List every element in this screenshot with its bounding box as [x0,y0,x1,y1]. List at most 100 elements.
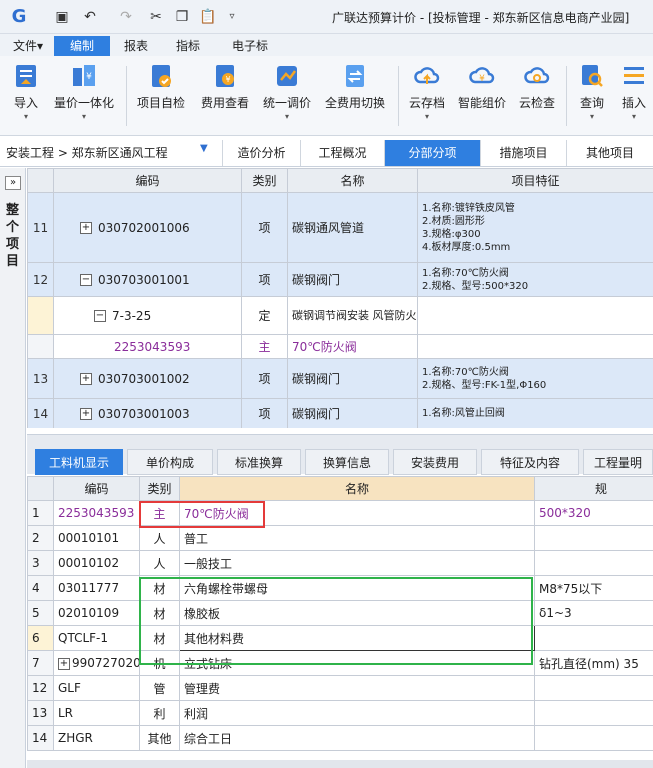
header-code[interactable]: 编码 [53,168,242,193]
item-name[interactable]: 碳钢阀门 [287,398,418,428]
expand-icon[interactable]: + [80,373,92,385]
material-name[interactable]: 利润 [179,700,535,726]
collapse-icon[interactable]: − [94,310,106,322]
material-category[interactable]: 利 [139,700,180,726]
undo-icon[interactable]: ↶ [80,7,100,27]
item-category[interactable]: 主 [241,334,288,359]
tab-sub-items[interactable]: 分部分项 [384,140,480,166]
cut-icon[interactable]: ✂ [146,7,166,27]
material-spec[interactable]: 500*320 [534,500,653,526]
material-category[interactable]: 其他 [139,725,180,751]
menu-e-bid[interactable]: 电子标 [222,36,278,56]
menu-report[interactable]: 报表 [116,36,156,56]
tab-labor-material[interactable]: 工料机显示 [35,449,123,475]
material-code[interactable]: 2253043593 [53,500,140,526]
table-row[interactable]: 14 +030703001003 项 碳钢阀门 1.名称:风管止回阀 [27,398,653,428]
horizontal-scrollbar[interactable] [27,760,653,768]
tab-conversion-info[interactable]: 换算信息 [305,449,389,475]
item-name[interactable]: 碳钢调节阀安装 风管防火阀周长≤2200mm [287,296,418,335]
save-icon[interactable]: ▣ [52,7,72,27]
material-name[interactable]: 综合工日 [179,725,535,751]
menu-file[interactable]: 文件▾ [6,36,50,56]
material-spec[interactable] [534,675,653,701]
cloud-save-button[interactable]: 云存档 ▾ [404,62,450,132]
header-category[interactable]: 类别 [241,168,288,193]
paste-icon[interactable]: 📋 [198,7,218,27]
table-row[interactable]: 2253043593 主 70℃防火阀 [27,334,653,359]
material-code[interactable]: 03011777 [53,575,140,601]
item-feature[interactable] [417,296,653,335]
header-category[interactable]: 类别 [139,476,180,501]
material-code[interactable]: ZHGR [53,725,140,751]
material-spec[interactable]: M8*75以下 [534,575,653,601]
table-row[interactable]: 3 00010102 人 一般技工 [27,550,653,576]
material-category[interactable]: 人 [139,550,180,576]
material-code[interactable]: QTCLF-1 [53,625,140,651]
tab-install-fee[interactable]: 安装费用 [393,449,477,475]
material-spec[interactable] [534,625,653,651]
fee-view-button[interactable]: ¥ 费用查看 [196,62,254,132]
header-spec[interactable]: 规 [534,476,653,501]
tab-unit-price[interactable]: 单价构成 [127,449,213,475]
menu-edit[interactable]: 编制 [54,36,110,56]
tab-measures[interactable]: 措施项目 [480,140,566,166]
item-feature[interactable]: 1.名称:70℃防火阀 2.规格、型号:FK-1型,Φ160 [417,358,653,399]
table-row[interactable]: 11 +030702001006 项 碳钢通风管道 1.名称:镀锌铁皮风管 2.材… [27,192,653,263]
tab-quantity[interactable]: 工程量明 [583,449,653,475]
material-name[interactable]: 管理费 [179,675,535,701]
item-feature[interactable]: 1.名称:镀锌铁皮风管 2.材质:圆形形 3.规格:φ300 4.板材厚度:0.5mm [417,192,653,263]
material-code[interactable]: 02010109 [53,600,140,626]
header-feature[interactable]: 项目特征 [417,168,653,193]
material-spec[interactable] [534,725,653,751]
table-row[interactable]: 12 GLF 管 管理费 [27,675,653,701]
tab-other-items[interactable]: 其他项目 [566,140,653,166]
table-row[interactable]: 13 LR 利 利润 [27,700,653,726]
item-category[interactable]: 项 [241,398,288,428]
menu-indicator[interactable]: 指标 [168,36,208,56]
collapse-icon[interactable]: − [80,274,92,286]
breadcrumb-dropdown-icon[interactable]: ▼ [200,143,208,154]
item-name[interactable]: 70℃防火阀 [287,334,418,359]
tab-cost-analysis[interactable]: 造价分析 [222,140,300,166]
table-row[interactable]: −7-3-25 定 碳钢调节阀安装 风管防火阀周长≤2200mm [27,296,653,335]
material-spec[interactable]: 钻孔直径(mm) 35 [534,650,653,676]
expand-icon[interactable]: + [80,408,92,420]
expand-icon[interactable]: + [80,222,92,234]
tab-project-overview[interactable]: 工程概况 [300,140,384,166]
item-feature[interactable]: 1.名称:70℃防火阀 2.规格、型号:500*320 [417,262,653,297]
material-code[interactable]: GLF [53,675,140,701]
table-row[interactable]: 12 −030703001001 项 碳钢阀门 1.名称:70℃防火阀 2.规格、… [27,262,653,297]
redo-icon[interactable]: ↷ [116,7,136,27]
material-spec[interactable] [534,700,653,726]
item-category[interactable]: 项 [241,358,288,399]
quantity-price-button[interactable]: ¥ 量价一体化 ▾ [48,62,120,132]
material-category[interactable]: 管 [139,675,180,701]
material-spec[interactable] [534,550,653,576]
smart-pricing-button[interactable]: ¥ 智能组价 [452,62,512,132]
item-category[interactable]: 项 [241,192,288,263]
material-spec[interactable] [534,525,653,551]
header-code[interactable]: 编码 [53,476,140,501]
copy-icon[interactable]: ❐ [172,7,192,27]
item-feature[interactable] [417,334,653,359]
self-check-button[interactable]: 项目自检 [132,62,190,132]
sidebar-title[interactable]: 整个项目 [6,202,20,270]
expand-icon[interactable]: + [58,657,70,670]
table-row[interactable]: 1 2253043593 主 70℃防火阀 500*320 [27,500,653,526]
full-fee-switch-button[interactable]: 全费用切换 [318,62,392,132]
item-code[interactable]: 2253043593 [53,334,242,359]
item-name[interactable]: 碳钢阀门 [287,358,418,399]
material-name[interactable]: 普工 [179,525,535,551]
cloud-check-button[interactable]: 云检查 [514,62,560,132]
table-row[interactable]: 14 ZHGR 其他 综合工日 [27,725,653,751]
price-adjust-button[interactable]: 统一调价 ▾ [258,62,316,132]
table-row[interactable]: 13 +030703001002 项 碳钢阀门 1.名称:70℃防火阀 2.规格、… [27,358,653,399]
material-category[interactable]: 人 [139,525,180,551]
material-spec[interactable]: δ1~3 [534,600,653,626]
material-code[interactable]: 00010102 [53,550,140,576]
material-code[interactable]: 00010101 [53,525,140,551]
breadcrumb[interactable]: 安装工程 > 郑东新区通风工程 [6,144,168,161]
table-row[interactable]: 2 00010101 人 普工 [27,525,653,551]
item-name[interactable]: 碳钢通风管道 [287,192,418,263]
tab-standard-conversion[interactable]: 标准换算 [217,449,301,475]
